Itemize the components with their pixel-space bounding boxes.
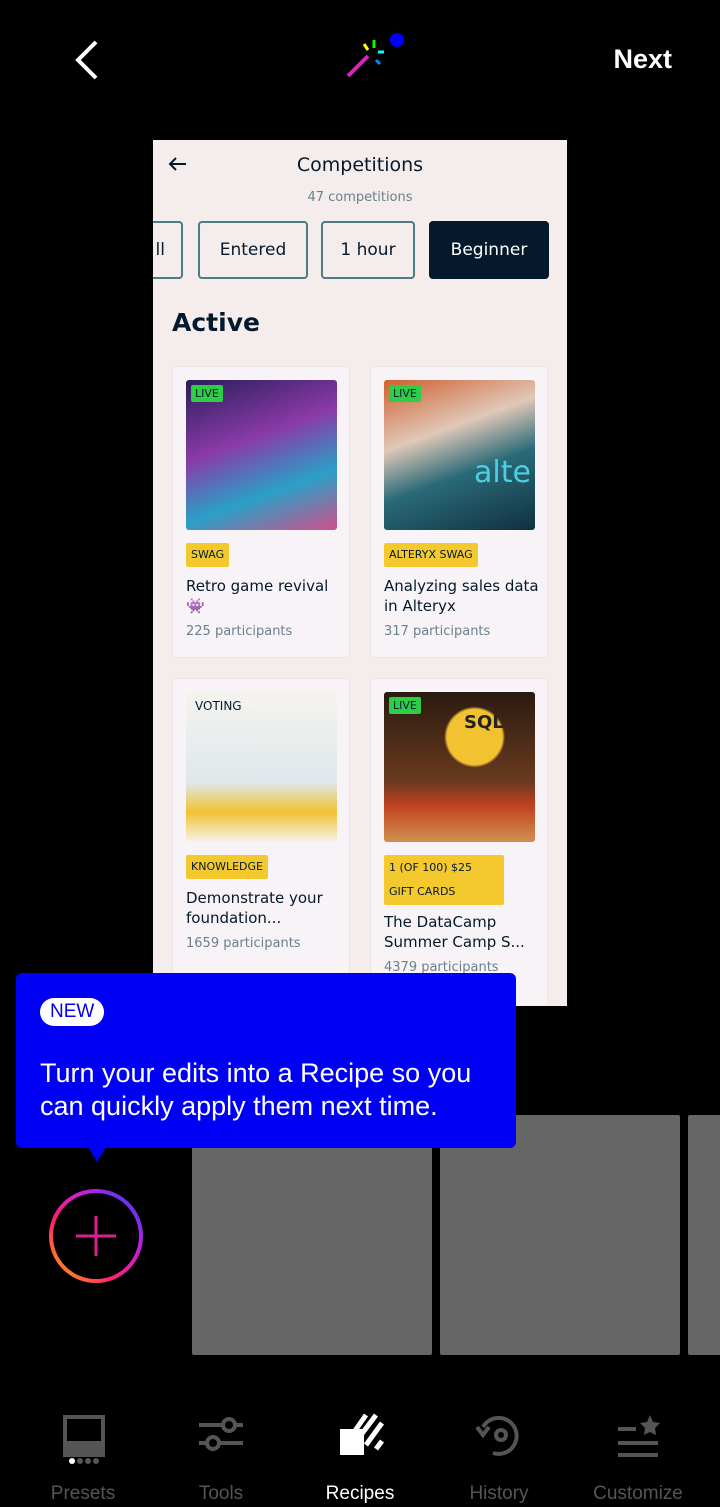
filter-beginner: Beginner	[429, 221, 549, 279]
nav-history[interactable]: History	[427, 1405, 571, 1504]
prize-tag: ALTERYX SWAG	[384, 543, 478, 567]
sliders-icon	[199, 1417, 243, 1451]
edited-screenshot-preview: Competitions 47 competitions ll Entered …	[153, 140, 567, 1006]
card-image: SQL	[384, 692, 535, 842]
section-heading: Active	[172, 308, 260, 337]
nav-tools[interactable]: Tools	[149, 1405, 293, 1504]
card-title: The DataCamp Summer Camp S...	[384, 913, 525, 951]
tooltip-pointer	[88, 1147, 106, 1162]
filter-1-hour: 1 hour	[321, 221, 415, 279]
live-badge: LIVE	[389, 385, 421, 402]
filter-all: ll	[153, 221, 183, 279]
presets-icon	[63, 1415, 105, 1464]
prize-tag: SWAG	[186, 543, 230, 567]
recipe-placeholder-tile[interactable]	[688, 1115, 720, 1355]
recipe-placeholder-tile[interactable]	[440, 1115, 680, 1355]
add-recipe-button[interactable]	[48, 1188, 144, 1284]
magic-wand-icon[interactable]	[340, 30, 410, 82]
nav-label: Recipes	[325, 1483, 395, 1504]
competition-card: LIVE SWAG Retro game revival 👾 225 parti…	[172, 366, 350, 658]
nav-label: Tools	[198, 1483, 244, 1504]
filter-entered: Entered	[198, 221, 308, 279]
participants: 1659 participants	[186, 936, 301, 951]
participants: 317 participants	[384, 624, 491, 639]
next-button[interactable]: Next	[613, 44, 672, 75]
live-badge: LIVE	[389, 697, 421, 714]
prize-tag: KNOWLEDGE	[186, 855, 268, 879]
customize-icon	[618, 1415, 660, 1457]
voting-badge: VOTING	[195, 699, 242, 713]
competition-count: 47 competitions	[307, 190, 413, 205]
card-image	[186, 380, 337, 530]
prize-tag: 1 (OF 100) $25 GIFT CARDS	[384, 855, 504, 905]
card-title: Retro game revival 👾	[186, 577, 329, 615]
competition-card: VOTING KNOWLEDGE Demonstrate your founda…	[172, 678, 350, 1006]
nav-customize[interactable]: Customize	[566, 1405, 710, 1504]
nav-presets[interactable]: Presets	[11, 1405, 155, 1504]
new-badge: NEW	[40, 998, 105, 1026]
recipe-placeholder-tile[interactable]	[192, 1115, 432, 1355]
card-title: Analyzing sales data in Alteryx	[384, 577, 539, 615]
nav-label: Presets	[50, 1483, 116, 1504]
participants: 225 participants	[186, 624, 293, 639]
nav-label: History	[469, 1483, 529, 1504]
card-image: alte	[384, 380, 535, 530]
card-title: Demonstrate your foundation...	[186, 889, 323, 927]
nav-recipes[interactable]: Recipes	[288, 1405, 432, 1504]
live-badge: LIVE	[191, 385, 223, 402]
history-icon	[475, 1415, 519, 1456]
recipes-icon	[340, 1413, 385, 1455]
competition-card: alte LIVE ALTERYX SWAG Analyzing sales d…	[370, 366, 548, 658]
competition-card: SQL LIVE 1 (OF 100) $25 GIFT CARDS The D…	[370, 678, 548, 1006]
screen-title: Competitions	[296, 154, 424, 176]
nav-label: Customize	[593, 1483, 683, 1504]
tooltip-message: Turn your edits into a Recipe so you can…	[40, 1058, 472, 1121]
back-chevron-icon[interactable]	[70, 38, 104, 82]
new-feature-tooltip[interactable]: NEW Turn your edits into a Recipe so you…	[16, 973, 516, 1162]
